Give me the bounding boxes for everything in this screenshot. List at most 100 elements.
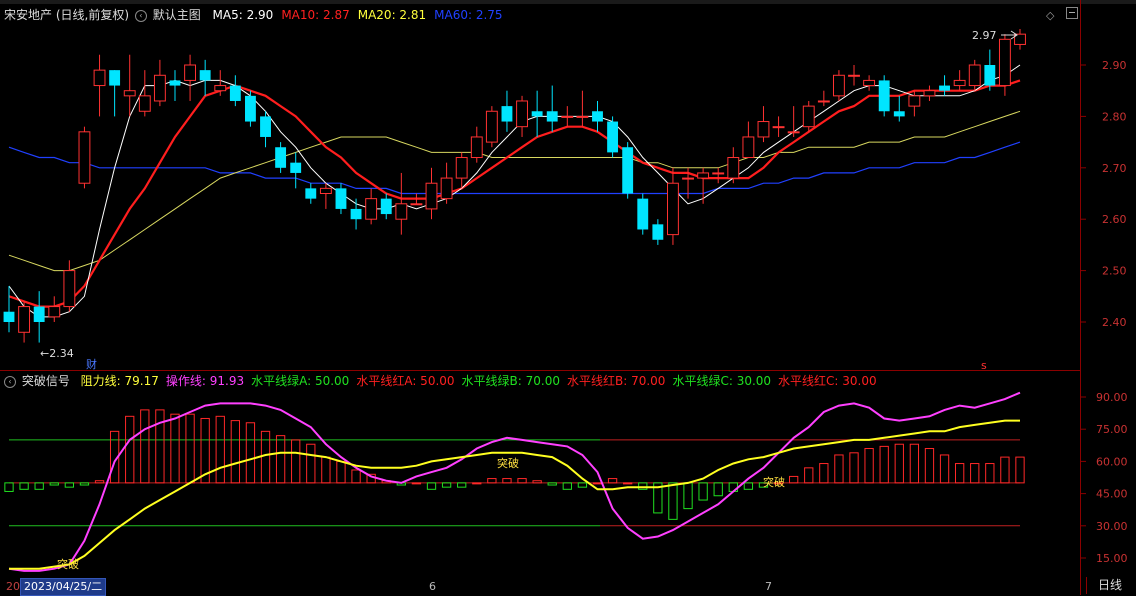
- candle-body-up: [138, 95, 151, 112]
- breakthrough-signal: 突破: [497, 456, 519, 470]
- candle-body-up: [485, 110, 498, 143]
- indicator-bar-red: [954, 463, 965, 484]
- candle-body-up: [365, 198, 378, 220]
- candle-body-down: [652, 224, 664, 240]
- month-tick-6: 6: [429, 580, 436, 593]
- indicator-bar-red: [532, 480, 542, 484]
- candle-body-up: [998, 38, 1011, 87]
- indicator-bar-red: [170, 413, 180, 484]
- candle-body-down: [546, 111, 558, 122]
- candle-body-down: [893, 111, 905, 117]
- candle-body-down: [607, 121, 619, 153]
- indicator-bar-red: [924, 448, 935, 484]
- indicator-bar-red: [275, 435, 286, 484]
- indicator-bar-red: [1000, 456, 1010, 484]
- indicator-bar-red: [351, 469, 361, 484]
- candle-body-down: [275, 147, 287, 168]
- indicator-bar-red: [336, 460, 346, 484]
- candle-body-down: [290, 162, 302, 173]
- candle-body-up: [772, 126, 785, 129]
- indicator-axis-label: 75.00: [1096, 423, 1128, 436]
- breakthrough-signal: 突破: [57, 557, 79, 571]
- candle-body-down: [229, 85, 241, 101]
- candle-body-down: [350, 208, 362, 220]
- ma20-line: [8, 110, 1021, 272]
- candle-body-up: [78, 131, 91, 184]
- indicator-bar-red: [472, 482, 482, 485]
- indicator-bar-red: [607, 478, 618, 484]
- candle-body-down: [939, 85, 950, 91]
- indicator-bar-green: [743, 482, 754, 490]
- ma5-line: [8, 64, 1021, 318]
- breakthrough-signal: 突破: [763, 475, 785, 489]
- candle-body-up: [968, 64, 981, 87]
- indicator-bar-red: [789, 475, 799, 484]
- candle-body-up: [410, 203, 423, 206]
- chart-canvas[interactable]: 2.90 2.80 2.70 2.60 2.50 2.40 90.00 75.00 60.00 4…: [0, 0, 1136, 595]
- price-axis-label: 2.80: [1102, 110, 1127, 123]
- candle-body-up: [516, 100, 528, 128]
- candle-body-up: [395, 203, 408, 220]
- candle-body-up: [848, 74, 860, 77]
- price-axis-label: 2.90: [1102, 59, 1127, 72]
- month-tick-7: 7: [765, 580, 772, 593]
- indicator-bar-green: [4, 482, 14, 492]
- candle-body-down: [622, 147, 634, 194]
- indicator-bar-red: [834, 454, 844, 484]
- indicator-bar-red: [623, 482, 633, 485]
- indicator-bar-red: [985, 463, 995, 484]
- candle-body-up: [832, 74, 845, 97]
- finance-marker: 财: [86, 357, 97, 371]
- indicator-bar-red: [1015, 456, 1025, 484]
- candle-body-up: [561, 115, 574, 118]
- indicator-bar-green: [457, 482, 467, 488]
- candle-body-up: [123, 90, 136, 97]
- period-selector[interactable]: 日线: [1086, 577, 1133, 594]
- indicator-axis-label: 15.00: [1096, 552, 1128, 565]
- indicator-bar-green: [426, 482, 437, 490]
- resistance-line: [9, 419, 1020, 570]
- candle-body-down: [199, 70, 211, 81]
- candle-body-up: [682, 177, 694, 180]
- indicator-bar-green: [79, 482, 90, 486]
- indicator-bar-red: [125, 415, 135, 484]
- candle-body-up: [863, 79, 876, 87]
- indicator-bar-red: [260, 430, 271, 484]
- indicator-bar-red: [939, 454, 950, 484]
- indicator-bar-red: [306, 443, 316, 484]
- indicator-bar-green: [19, 482, 29, 490]
- axis-divider: [1080, 0, 1081, 595]
- indicator-bar-red: [879, 445, 889, 484]
- candle-body-up: [757, 121, 770, 138]
- price-axis-label: 2.50: [1102, 265, 1127, 278]
- price-axis-label: 2.40: [1102, 316, 1127, 329]
- indicator-bar-green: [562, 482, 572, 490]
- candle-body-up: [697, 172, 710, 179]
- candle-body-down: [380, 198, 392, 215]
- candle-body-up: [440, 177, 453, 200]
- indicator-bar-red: [804, 467, 814, 484]
- candle-body-up: [667, 182, 679, 236]
- candle-body-down: [878, 80, 890, 112]
- indicator-bar-red: [245, 422, 256, 484]
- candle-body-down: [501, 106, 513, 122]
- high-price-label: 2.97: [972, 29, 997, 42]
- date-stub: 20: [6, 580, 20, 593]
- panel-divider: [0, 370, 1080, 371]
- indicator-bar-red: [94, 480, 105, 484]
- indicator-bar-green: [713, 482, 723, 497]
- indicator-bar-green: [698, 482, 708, 501]
- candle-body-up: [742, 136, 755, 159]
- candle-body-up: [470, 136, 483, 159]
- indicator-bar-red: [502, 478, 512, 484]
- candle-body-up: [923, 90, 936, 97]
- indicator-axis-label: 90.00: [1096, 391, 1128, 404]
- indicator-axis-label: 45.00: [1096, 488, 1128, 501]
- candle-body-up: [817, 100, 830, 103]
- candle-body-down: [335, 188, 347, 209]
- candle-body-down: [109, 70, 121, 86]
- candle-body-up: [48, 306, 61, 318]
- indicator-bar-red: [864, 448, 874, 484]
- candle-body-down: [531, 111, 543, 117]
- candle-body-down: [984, 65, 996, 86]
